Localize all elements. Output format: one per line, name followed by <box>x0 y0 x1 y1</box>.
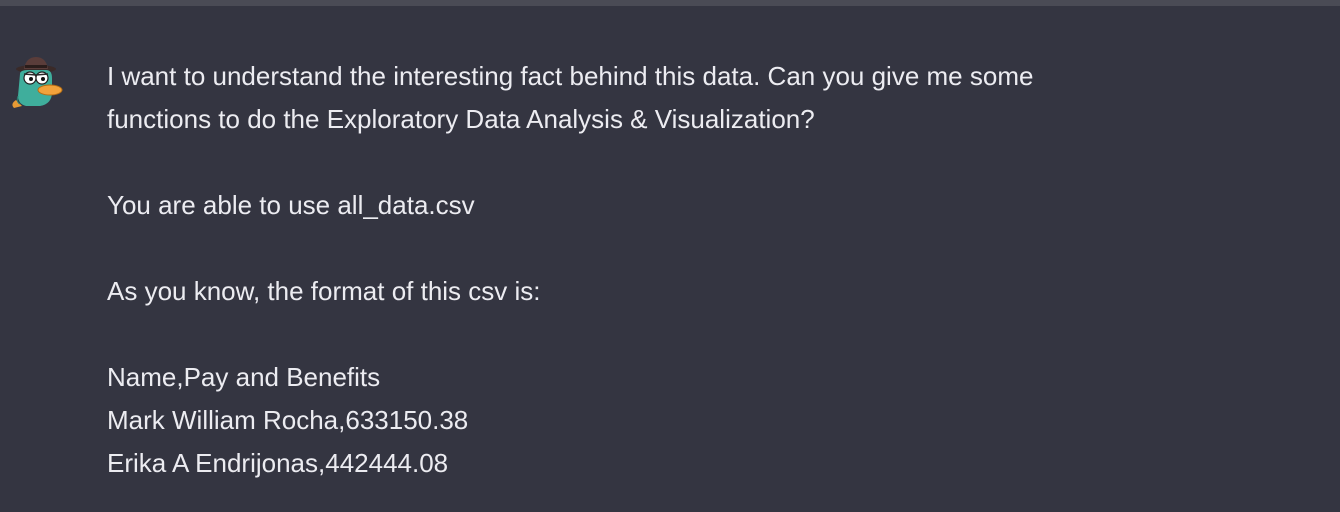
perry-the-platypus-avatar-icon <box>6 52 66 112</box>
csv-row-line: Mark William Rocha,633150.38 <box>107 405 469 435</box>
csv-row-line: Erika A Endrijonas,442444.08 <box>107 448 449 478</box>
message-line: You are able to use all_data.csv <box>107 190 475 220</box>
message-line: I want to understand the interesting fac… <box>107 61 1034 91</box>
message-line: functions to do the Exploratory Data Ana… <box>107 104 815 134</box>
message-line: As you know, the format of this csv is: <box>107 276 541 306</box>
message-text: I want to understand the interesting fac… <box>107 55 1257 485</box>
csv-header-line: Name,Pay and Benefits <box>107 362 381 392</box>
user-message: I want to understand the interesting fac… <box>0 6 1340 512</box>
